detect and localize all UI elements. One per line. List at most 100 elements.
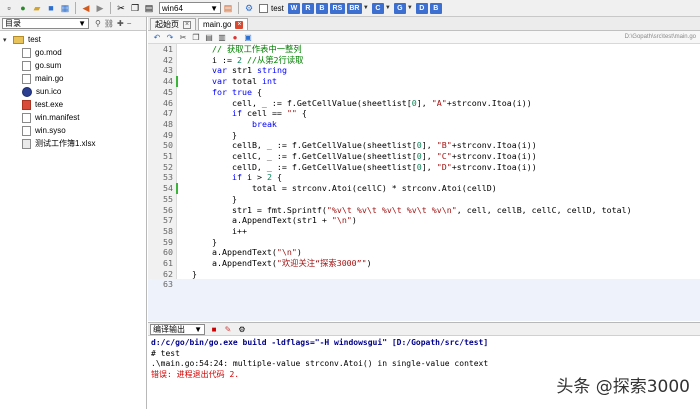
copy-icon[interactable]: ❐ [129, 2, 141, 14]
plus-icon[interactable]: ✚ [117, 19, 124, 28]
chevron-down-icon[interactable]: ▼ [385, 5, 391, 11]
paste-icon[interactable]: ▤ [204, 32, 214, 42]
code-line[interactable]: 49 } [148, 130, 700, 141]
file-icon [22, 60, 31, 71]
code-line[interactable]: 44 var total int [148, 76, 700, 87]
paste-icon[interactable]: ▤ [143, 2, 155, 14]
code-line[interactable]: 60 a.AppendText("\n") [148, 247, 700, 258]
sidebar-view-select[interactable]: 目录 ▼ [2, 18, 89, 29]
cut-icon[interactable]: ✂ [115, 2, 127, 14]
tree-item-win-syso[interactable]: win.syso [0, 124, 146, 137]
build-b-button[interactable]: B [315, 2, 328, 14]
line-number: 58 [163, 225, 173, 236]
code-line[interactable]: 55 } [148, 194, 700, 205]
code-text: a.AppendText(str1 + "\n") [192, 215, 357, 226]
gear-icon[interactable]: ⚙ [237, 324, 247, 334]
output-select[interactable]: 编译输出 ▼ [150, 323, 205, 335]
code-text: a.AppendText("\n") [192, 247, 302, 258]
tree-item-xlsx[interactable]: 测试工作簿1.xlsx [0, 137, 146, 150]
stop-icon[interactable]: ■ [209, 324, 219, 334]
collapse-icon[interactable]: ▾ [3, 36, 11, 44]
code-line[interactable]: 52 cellD, _ := f.GetCellValue(sheetlist[… [148, 162, 700, 173]
chevron-down-icon[interactable]: ▼ [407, 5, 413, 11]
code-line[interactable]: 51 cellC, _ := f.GetCellValue(sheetlist[… [148, 151, 700, 162]
bookmark-icon[interactable]: ▣ [243, 32, 253, 42]
code-line[interactable]: 45 for true { [148, 87, 700, 98]
cut-icon[interactable]: ✂ [178, 32, 188, 42]
code-line[interactable]: 57 a.AppendText(str1 + "\n") [148, 215, 700, 226]
tab-start-page[interactable]: 起始页 × [150, 18, 196, 30]
code-line[interactable]: 46 cell, _ := f.GetCellValue(sheetlist[0… [148, 98, 700, 109]
clear-icon[interactable]: ✎ [223, 324, 233, 334]
minus-icon[interactable]: − [127, 19, 132, 28]
code-line[interactable]: 63 [148, 279, 700, 321]
code-line[interactable]: 47 if cell == "" { [148, 108, 700, 119]
close-icon[interactable]: × [183, 20, 191, 29]
chevron-down-icon[interactable]: ▼ [363, 5, 369, 11]
tree-item-label: test.exe [35, 100, 64, 109]
code-text: if i > 2 { [231, 172, 282, 183]
toolbar-divider [238, 2, 239, 14]
code-text: i := 2 //从第2行读取 [192, 54, 304, 65]
output-line-error-detail: .\main.go:54:24: multiple-value strconv.… [151, 359, 489, 368]
run-rs-button[interactable]: RS [329, 2, 345, 14]
record-icon[interactable]: ● [230, 32, 240, 42]
close-icon[interactable]: × [235, 20, 244, 29]
code-line[interactable]: 61 a.AppendText("欢迎关注“探索3000”") [148, 258, 700, 269]
save-all-icon[interactable]: ▦ [59, 2, 71, 14]
debug-d-button[interactable]: D [415, 2, 428, 14]
back-icon[interactable]: ◀ [80, 2, 92, 14]
editor-toolbar: ↶ ↷ ✂ ❐ ▤ ▥ ● ▣ D:\Gopath\src\test\main.… [148, 31, 700, 44]
line-number: 63 [163, 279, 173, 290]
code-text: a.AppendText("欢迎关注“探索3000”") [192, 258, 372, 268]
tree-root-folder[interactable]: ▾ test [0, 33, 146, 46]
code-editor[interactable]: 41 // 获取工作表中一整列 42 i := 2 //从第2行读取 43 var … [148, 44, 700, 321]
line-number: 42 [163, 54, 173, 65]
code-line[interactable]: 58 i++ [148, 226, 700, 237]
edit-env-icon[interactable]: ▤ [222, 2, 234, 14]
forward-icon[interactable]: ▶ [94, 2, 106, 14]
build-b2-button[interactable]: B [429, 2, 442, 14]
filter-icon[interactable]: ⚲ [95, 19, 101, 28]
redo-icon[interactable]: ↷ [165, 32, 175, 42]
code-line[interactable]: 54 total = strconv.Atoi(cellC) * strconv… [148, 183, 700, 194]
open-folder-icon[interactable]: ▰ [31, 2, 43, 14]
get-g-button[interactable]: G [393, 2, 406, 14]
code-line[interactable]: 41 // 获取工作表中一整列 [148, 44, 700, 55]
new-icon[interactable]: ▫ [3, 2, 15, 14]
settings-icon[interactable]: ⚙ [243, 2, 255, 14]
code-line[interactable]: 59 } [148, 237, 700, 248]
code-line[interactable]: 56 str1 = fmt.Sprintf("%v\t %v\t %v\t %v… [148, 205, 700, 216]
tree-item-go-mod[interactable]: go.mod [0, 46, 146, 59]
link-icon[interactable]: ⛓ [104, 19, 114, 28]
tree-item-win-manifest[interactable]: win.manifest [0, 111, 146, 124]
line-number: 43 [163, 65, 173, 76]
output-select-value: 编译输出 [153, 324, 185, 334]
find-icon[interactable]: ▥ [217, 32, 227, 42]
open-icon[interactable]: ● [17, 2, 29, 14]
clean-c-button[interactable]: C [371, 2, 384, 14]
line-number: 49 [163, 129, 173, 140]
code-line[interactable]: 53 if i > 2 { [148, 172, 700, 183]
tab-main-go[interactable]: main.go × [198, 18, 249, 30]
copy-icon[interactable]: ❐ [191, 32, 201, 42]
tab-label: 起始页 [155, 20, 179, 29]
code-line[interactable]: 48 break [148, 119, 700, 130]
code-line[interactable]: 43 var str1 string [148, 65, 700, 76]
tree-item-label: go.mod [35, 48, 62, 57]
run-br-button[interactable]: BR [346, 2, 362, 14]
tree-item-go-sum[interactable]: go.sum [0, 59, 146, 72]
code-line[interactable]: 50 cellB, _ := f.GetCellValue(sheetlist[… [148, 140, 700, 151]
tree-item-main-go[interactable]: main.go [0, 72, 146, 85]
test-checkbox[interactable] [259, 3, 268, 13]
arch-select[interactable]: win64 ▼ [159, 2, 221, 14]
save-icon[interactable]: ■ [45, 2, 57, 14]
undo-icon[interactable]: ↶ [152, 32, 162, 42]
tree-item-test-exe[interactable]: test.exe [0, 98, 146, 111]
code-text: var str1 string [211, 65, 287, 76]
tree-item-sun-ico[interactable]: sun.ico [0, 85, 146, 98]
build-r-button[interactable]: R [301, 2, 314, 14]
build-w-button[interactable]: W [287, 2, 300, 14]
code-line[interactable]: 42 i := 2 //从第2行读取 [148, 55, 700, 66]
code-line[interactable]: 62} [148, 269, 700, 280]
